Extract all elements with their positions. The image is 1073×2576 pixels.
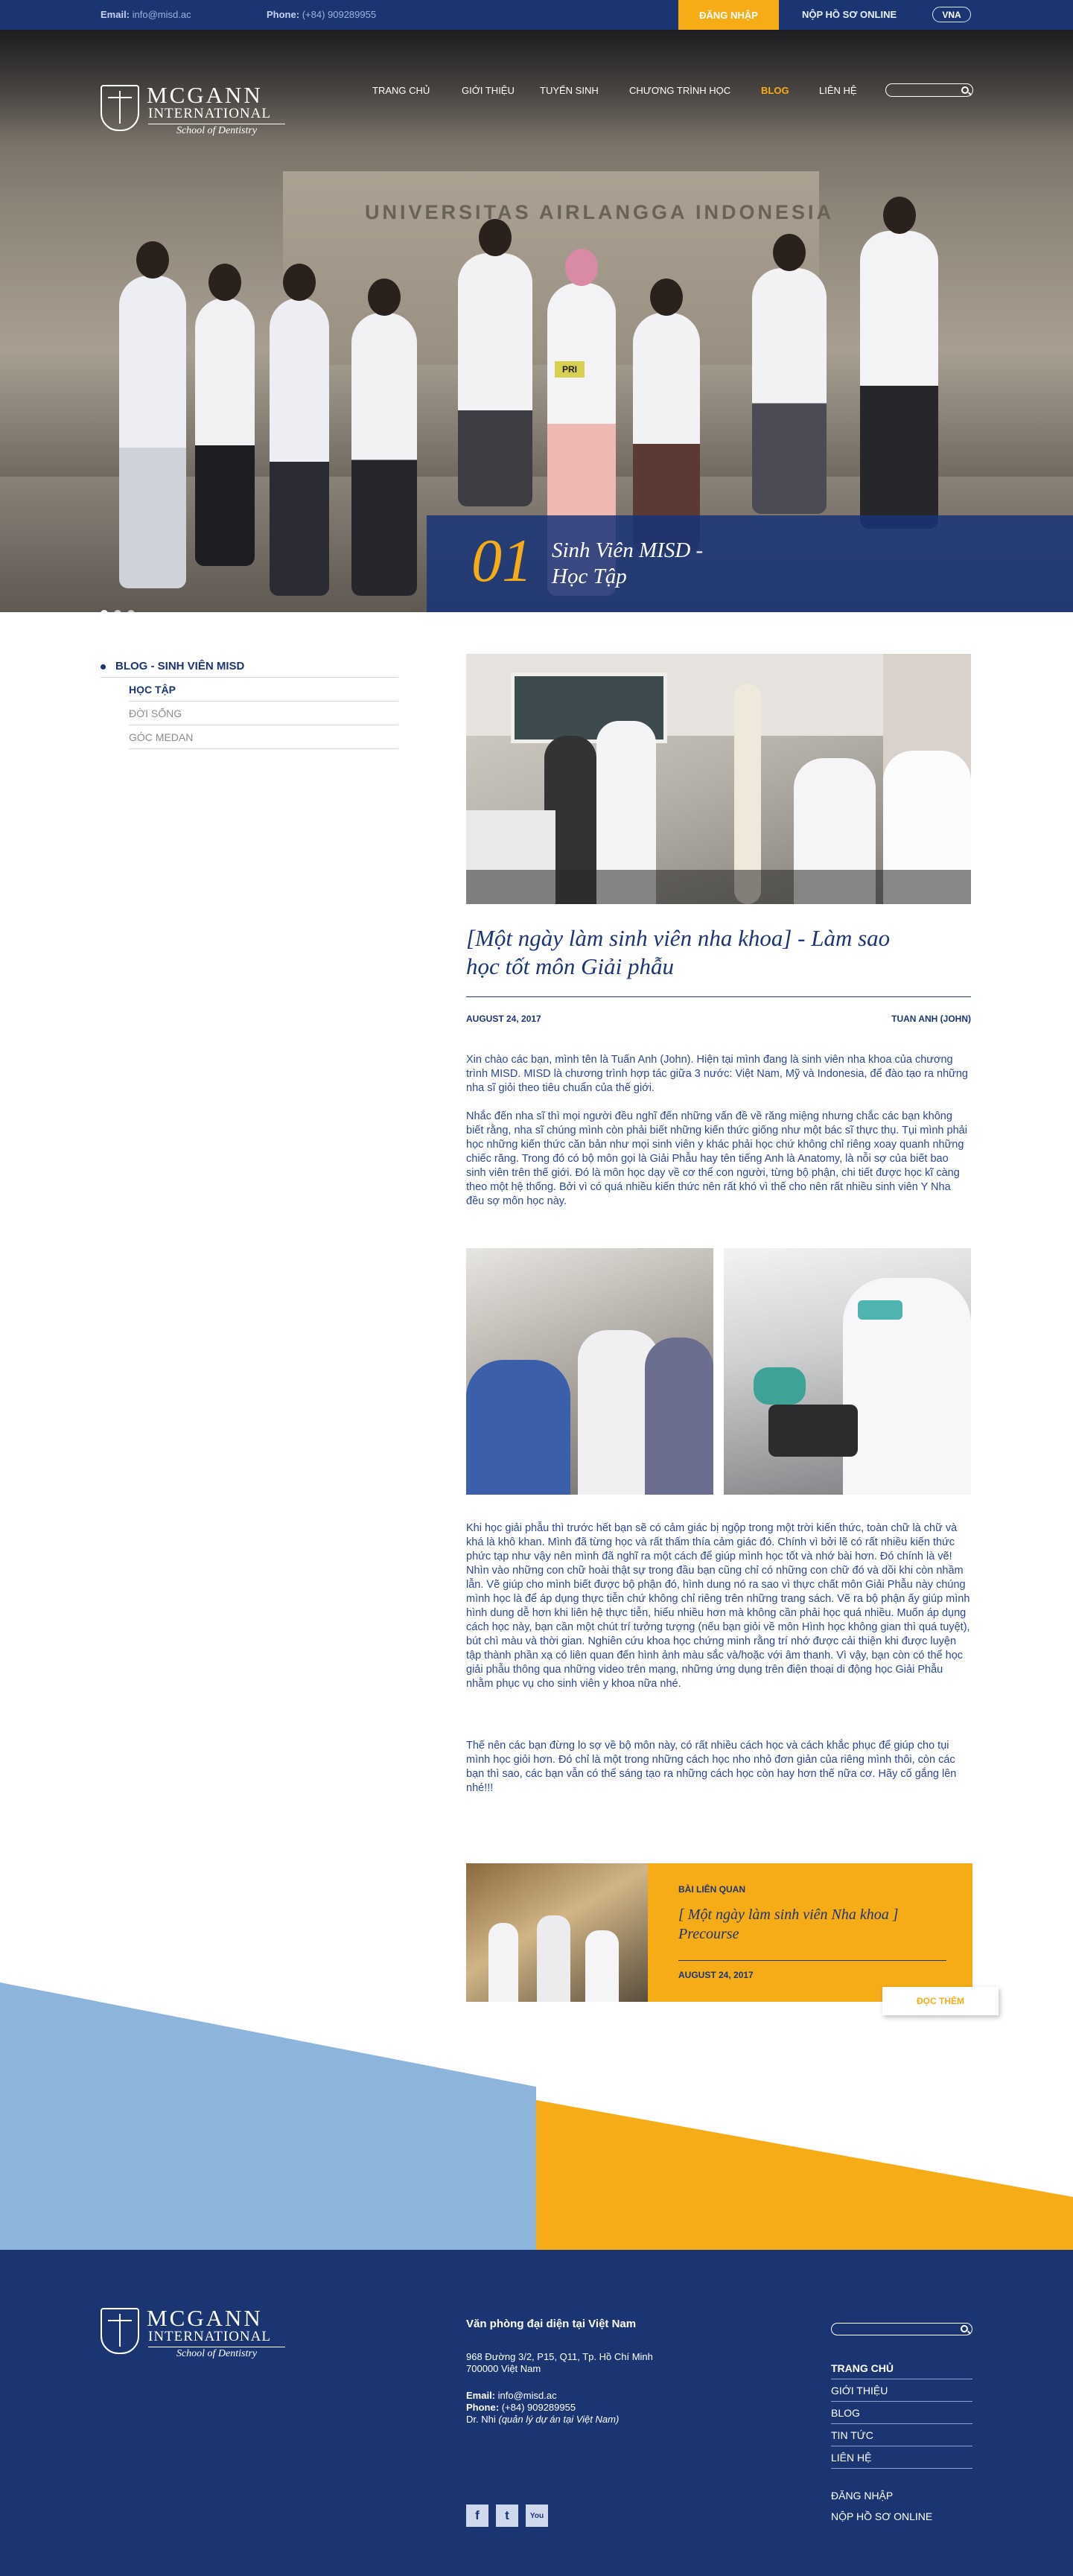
search-input[interactable] <box>885 83 973 97</box>
topbar-email[interactable]: Email: info@misd.ac <box>101 9 191 20</box>
related-post-image[interactable] <box>466 1863 648 2002</box>
article-image-left <box>466 1248 713 1495</box>
login-button[interactable]: ĐĂNG NHẬP <box>678 0 779 30</box>
sidebar-heading[interactable]: BLOG - SINH VIÊN MISD <box>101 660 398 678</box>
twitter-icon[interactable]: t <box>496 2505 518 2527</box>
crest-icon <box>101 2308 139 2354</box>
footer-office-heading: Văn phòng đại diện tại Việt Nam <box>466 2318 637 2330</box>
facebook-icon[interactable]: f <box>466 2505 488 2527</box>
hero-wall-sign: UNIVERSITAS AIRLANGGA INDONESIA <box>365 201 835 223</box>
footer-email[interactable]: info@misd.ac <box>498 2390 557 2401</box>
footer-link-lien-he[interactable]: LIÊN HỆ <box>831 2446 972 2469</box>
hero-student-figure <box>270 264 329 596</box>
related-label: BÀI LIÊN QUAN <box>678 1884 745 1895</box>
related-date: AUGUST 24, 2017 <box>678 1970 754 1980</box>
article-author[interactable]: TUAN ANH (JOHN) <box>891 1014 971 1024</box>
related-title[interactable]: [ Một ngày làm sinh viên Nha khoa ] Prec… <box>678 1905 946 1944</box>
related-post-card[interactable]: BÀI LIÊN QUAN [ Một ngày làm sinh viên N… <box>466 1863 972 2002</box>
article-paragraph: Xin chào các bạn, mình tên là Tuấn Anh (… <box>466 1054 968 1094</box>
footer-link-trang-chu[interactable]: TRANG CHỦ <box>831 2357 972 2379</box>
top-bar: Email: info@misd.ac Phone: (+84) 9092899… <box>0 0 1073 30</box>
read-more-button[interactable]: ĐỌC THÊM <box>882 1987 999 2015</box>
footer-address: 968 Đường 3/2, P15, Q11, Tp. Hồ Chí Minh… <box>466 2351 653 2374</box>
article-paragraph: Nhắc đến nha sĩ thì mọi người đều nghĩ đ… <box>466 1110 967 1207</box>
hero-badge: PRI <box>555 361 585 378</box>
youtube-icon[interactable]: You <box>526 2505 548 2527</box>
hero-student-figure <box>752 234 827 514</box>
search-icon[interactable] <box>961 2325 968 2332</box>
slider-dots <box>101 608 141 612</box>
nav-item-chuong-trinh-hoc[interactable]: CHƯƠNG TRÌNH HỌC <box>629 85 730 96</box>
hero-student-figure <box>351 279 417 596</box>
sidebar-item-doi-song[interactable]: ĐỜI SỐNG <box>129 702 398 725</box>
footer-phone[interactable]: (+84) 909289955 <box>502 2402 576 2413</box>
hero-student-figure <box>195 264 255 566</box>
yellow-shape <box>536 2100 1073 2251</box>
slide-title: Sinh Viên MISD - Học Tập <box>552 538 704 588</box>
language-selector[interactable]: VNA <box>932 7 971 22</box>
slider-dot[interactable] <box>127 610 135 612</box>
footer-nav: TRANG CHỦ GIỚI THIỆU BLOG TIN TỨC LIÊN H… <box>831 2357 972 2469</box>
article-paragraph: Thế nên các bạn đừng lo sợ về bộ môn này… <box>466 1740 957 1794</box>
footer-link-gioi-thieu[interactable]: GIỚI THIỆU <box>831 2379 972 2402</box>
article-paragraph: Khi học giải phẫu thì trước hết bạn sẽ c… <box>466 1522 970 1690</box>
nav-item-trang-chu[interactable]: TRANG CHỦ <box>372 85 430 96</box>
light-blue-shape <box>0 1982 536 2251</box>
nav-item-lien-he[interactable]: LIÊN HỆ <box>819 85 857 96</box>
article-hero-image <box>466 654 971 904</box>
article-image-pair <box>466 1248 971 1495</box>
footer-link-blog[interactable]: BLOG <box>831 2402 972 2424</box>
article-date: AUGUST 24, 2017 <box>466 1014 541 1024</box>
slide-number: 01 <box>471 527 532 594</box>
footer-link-tin-tuc[interactable]: TIN TỨC <box>831 2424 972 2446</box>
hero-student-figure <box>119 241 186 588</box>
footer-login-link[interactable]: ĐĂNG NHẬP <box>831 2490 893 2502</box>
blog-sidebar: BLOG - SINH VIÊN MISD HỌC TẬP ĐỜI SỐNG G… <box>101 660 398 749</box>
nav-item-tuyen-sinh[interactable]: TUYỂN SINH <box>540 85 599 96</box>
footer-search-input[interactable] <box>831 2323 972 2335</box>
nav-item-gioi-thieu[interactable]: GIỚI THIỆU <box>462 85 515 96</box>
hero-student-figure <box>458 219 532 506</box>
article-title: [Một ngày làm sinh viên nha khoa] - Làm … <box>466 925 891 979</box>
footer: MCGANN INTERNATIONAL School of Dentistry… <box>0 2250 1073 2576</box>
article-meta: AUGUST 24, 2017 TUAN ANH (JOHN) <box>466 996 971 1024</box>
related-divider <box>678 1960 946 1961</box>
hero-slider: UNIVERSITAS AIRLANGGA INDONESIA PRI MCGA… <box>0 30 1073 612</box>
sidebar-item-goc-medan[interactable]: GÓC MEDAN <box>129 725 398 749</box>
article-image-right <box>724 1248 971 1495</box>
slider-dot[interactable] <box>101 610 108 612</box>
footer-apply-link[interactable]: NỘP HỒ SƠ ONLINE <box>831 2510 932 2522</box>
apply-online-link[interactable]: NỘP HỒ SƠ ONLINE <box>802 9 897 20</box>
sidebar-item-hoc-tap[interactable]: HỌC TẬP <box>129 678 398 702</box>
search-icon[interactable] <box>961 86 969 94</box>
nav-item-blog[interactable]: BLOG <box>761 85 789 96</box>
hero-student-figure <box>860 197 938 529</box>
slide-caption: 01 Sinh Viên MISD - Học Tập <box>427 515 1073 612</box>
slider-dot[interactable] <box>114 610 121 612</box>
topbar-phone[interactable]: Phone: (+84) 909289955 <box>267 9 376 20</box>
footer-contact: Email: info@misd.ac Phone: (+84) 9092899… <box>466 2390 620 2425</box>
footer-logo[interactable]: MCGANN INTERNATIONAL School of Dentistry <box>101 2306 287 2366</box>
